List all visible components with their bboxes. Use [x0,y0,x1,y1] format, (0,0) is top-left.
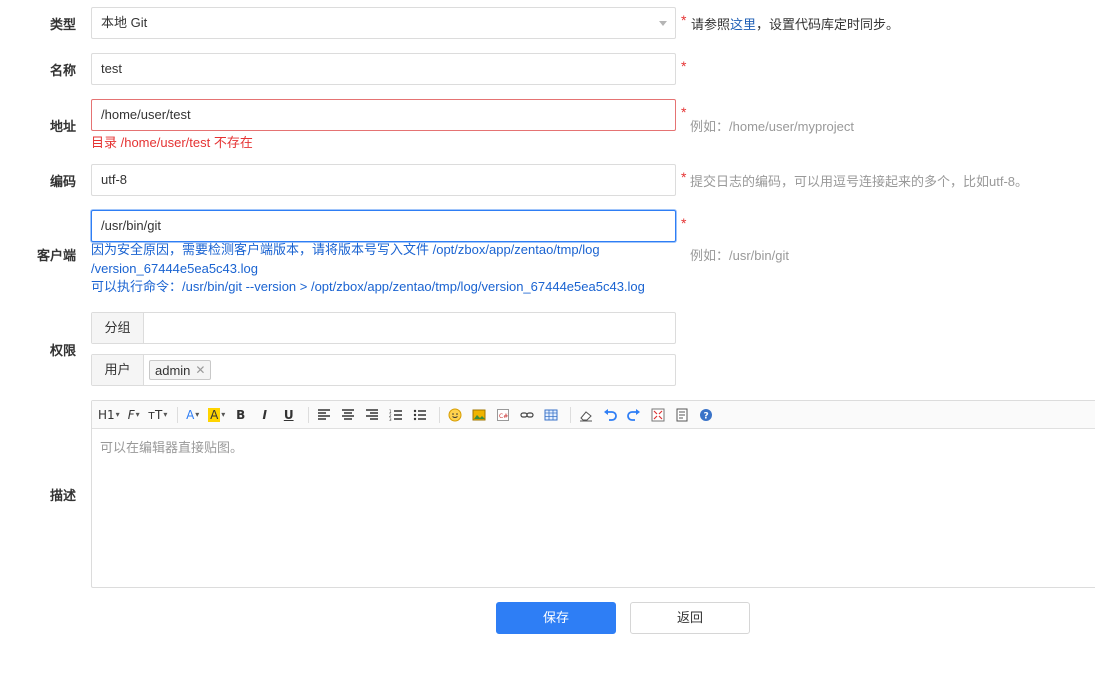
editor-toolbar: H1 ▾ F ▾ тT ▾ A ▾ A ▾ B I U 123 C# ? [92,401,1095,429]
required-mark: * [681,215,687,231]
image-icon[interactable] [469,405,489,425]
font-family-button[interactable]: F ▾ [124,405,144,425]
required-mark: * [681,58,687,74]
source-icon[interactable] [672,405,692,425]
undo-icon[interactable] [600,405,620,425]
client-help: 例如：/usr/bin/git [690,248,789,263]
client-input[interactable]: /usr/bin/git [91,210,676,242]
redo-icon[interactable] [624,405,644,425]
type-select[interactable]: 本地 Git [91,7,676,39]
path-label: 地址 [49,119,76,134]
emoticon-icon[interactable] [445,405,465,425]
acl-group-field[interactable]: 分组 [91,312,676,344]
desc-label: 描述 [49,488,76,503]
acl-user-addon: 用户 [92,355,144,385]
acl-label: 权限 [49,343,76,358]
heading-button[interactable]: H1 ▾ [98,405,120,425]
toolbar-divider [438,406,440,423]
align-left-icon[interactable] [314,405,334,425]
bg-color-button[interactable]: A ▾ [207,405,227,425]
fullscreen-icon[interactable] [648,405,668,425]
type-help: 请参照这里，设置代码库定时同步。 [691,17,900,32]
align-center-icon[interactable] [338,405,358,425]
user-chip: admin ✕ [149,360,212,380]
table-icon[interactable] [541,405,561,425]
encoding-help: 提交日志的编码，可以用逗号连接起来的多个，比如utf-8。 [690,174,1029,189]
acl-user-field[interactable]: 用户 admin ✕ [91,354,676,386]
type-label: 类型 [49,17,76,32]
font-size-button[interactable]: тT ▾ [148,405,168,425]
toolbar-divider [569,406,571,423]
type-select-value: 本地 Git [101,15,148,30]
required-mark: * [681,12,687,28]
name-input[interactable]: test [91,53,676,85]
path-input[interactable]: /home/user/test [91,99,676,131]
underline-button[interactable]: U [279,405,299,425]
encoding-input[interactable]: utf-8 [91,164,676,196]
unordered-list-icon[interactable] [410,405,430,425]
editor-content[interactable]: 可以在编辑器直接贴图。 [92,429,1095,464]
align-right-icon[interactable] [362,405,382,425]
path-help: 例如：/home/user/myproject [690,119,854,134]
eraser-icon[interactable] [576,405,596,425]
path-error: 目录 /home/user/test 不存在 [91,135,253,150]
toolbar-divider [307,406,309,423]
acl-user-input[interactable]: admin ✕ [144,355,675,385]
close-icon[interactable]: ✕ [195,363,205,377]
client-info: 因为安全原因，需要检测客户端版本，请将版本号写入文件 /opt/zbox/app… [91,242,645,294]
rich-text-editor[interactable]: H1 ▾ F ▾ тT ▾ A ▾ A ▾ B I U 123 C# ? 可以在编辑器直接… [91,400,1095,588]
name-label: 名称 [49,63,76,78]
code-icon[interactable]: C# [493,405,513,425]
toolbar-divider [176,406,178,423]
client-label: 客户端 [36,248,76,263]
required-mark: * [681,104,687,120]
help-icon[interactable]: ? [696,405,716,425]
chevron-down-icon [659,21,667,26]
bold-button[interactable]: B [231,405,251,425]
italic-button[interactable]: I [255,405,275,425]
save-button[interactable]: 保存 [496,602,616,634]
acl-group-addon: 分组 [92,313,144,343]
svg-text:3: 3 [389,417,392,422]
svg-text:?: ? [703,411,708,421]
svg-text:C#: C# [499,413,508,420]
required-mark: * [681,169,687,185]
font-color-button[interactable]: A ▾ [183,405,203,425]
ordered-list-icon[interactable]: 123 [386,405,406,425]
back-button[interactable]: 返回 [630,602,750,634]
link-icon[interactable] [517,405,537,425]
acl-group-input[interactable] [144,313,675,343]
help-link[interactable]: 这里 [730,17,756,32]
encoding-label: 编码 [49,174,76,189]
